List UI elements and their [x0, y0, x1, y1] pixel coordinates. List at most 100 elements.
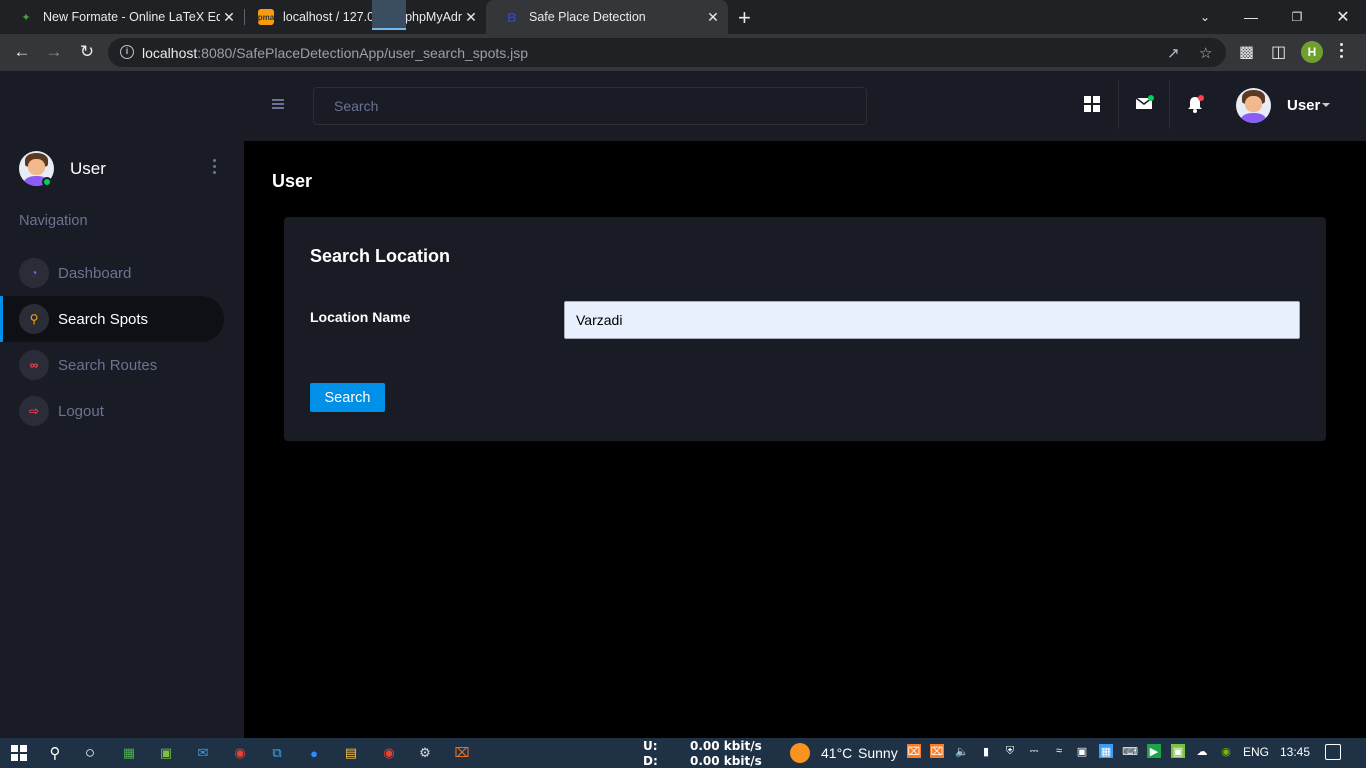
search-spots-icon: ⚲ — [19, 304, 49, 334]
wifi-icon[interactable]: ≈ — [1052, 744, 1066, 758]
settings-gear-icon[interactable]: ⚙ — [415, 743, 435, 763]
search-input[interactable] — [314, 88, 866, 124]
location-name-field — [564, 301, 1300, 339]
excel-icon[interactable]: ▦ — [119, 743, 139, 763]
browser-toolbar: ← → ↻ i localhost:8080/SafePlaceDetectio… — [0, 34, 1366, 71]
search-location-card: Search Location Location Name Search — [284, 217, 1326, 441]
tab-phpmyadmin[interactable]: pma localhost / 127.0.0.1 | phpMyAdm ✕ — [240, 0, 486, 34]
cloud-icon[interactable]: ☁ — [1195, 744, 1209, 758]
net-up-label: U: — [643, 739, 658, 753]
sidebar-item-label: Search Spots — [58, 310, 149, 328]
bootstrap-icon: B — [507, 9, 517, 25]
extensions-puzzle-icon[interactable]: ▩ — [1239, 42, 1254, 62]
bell-icon[interactable] — [1186, 94, 1206, 114]
tab-close-icon[interactable]: ✕ — [704, 9, 722, 26]
location-name-input[interactable] — [565, 302, 1299, 338]
profile-avatar[interactable]: H — [1301, 41, 1323, 63]
chevron-down-icon[interactable] — [1322, 103, 1330, 107]
menu-toggle-icon[interactable] — [272, 99, 284, 111]
app-tray-icon[interactable]: ▶ — [1147, 744, 1161, 758]
sidebar-item-label: Search Routes — [58, 356, 158, 374]
network-tray-icon[interactable]: ▦ — [1099, 744, 1113, 758]
chrome-active-icon[interactable]: ◉ — [379, 743, 399, 763]
share-icon[interactable]: ↗ — [1167, 44, 1180, 62]
forward-arrow-icon[interactable]: → — [42, 40, 66, 64]
power-plug-icon[interactable]: ⎓ — [1027, 744, 1041, 758]
location-name-label: Location Name — [310, 309, 411, 325]
card-title: Search Location — [310, 246, 451, 266]
top-search — [313, 87, 867, 125]
overleaf-leaf-icon: ✦ — [21, 11, 31, 24]
photos-icon[interactable]: ▣ — [156, 743, 176, 763]
top-user-avatar[interactable] — [1236, 88, 1271, 123]
net-up-speed: 0.00 kbit/s — [690, 739, 762, 753]
weather-text[interactable]: Sunny — [858, 745, 898, 761]
task-view-icon[interactable]: ○ — [80, 743, 100, 763]
tab-close-icon[interactable]: ✕ — [462, 9, 480, 26]
address-bar[interactable]: i localhost:8080/SafePlaceDetectionApp/u… — [108, 38, 1226, 67]
temperature[interactable]: 41°C — [821, 745, 852, 761]
active-app-highlight — [372, 0, 406, 30]
browser-menu-icon[interactable] — [1340, 43, 1344, 61]
xampp-tray-icon-2[interactable]: ⌧ — [930, 744, 944, 758]
speedometer-icon: ◔ — [19, 258, 49, 288]
security-icon[interactable]: ⛨ — [1003, 744, 1017, 758]
xampp-tray-icon[interactable]: ⌧ — [907, 744, 921, 758]
windows-start-icon[interactable] — [11, 745, 27, 761]
tab-close-icon[interactable]: ✕ — [220, 9, 238, 26]
sun-weather-icon[interactable] — [790, 743, 810, 763]
sidebar-item-label: Dashboard — [58, 264, 132, 282]
nav-heading: Navigation — [19, 213, 88, 229]
logout-icon: ⇨ — [19, 396, 49, 426]
new-tab-icon[interactable]: + — [738, 5, 751, 31]
routes-icon: ∞ — [19, 350, 49, 380]
mail-icon[interactable] — [1135, 95, 1155, 111]
file-explorer-icon[interactable]: ▤ — [341, 743, 361, 763]
camera-icon[interactable]: ▣ — [1075, 744, 1089, 758]
back-arrow-icon[interactable]: ← — [10, 40, 34, 64]
mail-app-icon[interactable]: ✉ — [193, 743, 213, 763]
sidebar-item-search-spots[interactable]: ⚲ Search Spots — [0, 296, 224, 342]
tab-safe-place-detection[interactable]: B Safe Place Detection ✕ — [486, 0, 728, 34]
tab-title: Safe Place Detection — [529, 10, 646, 24]
battery-icon[interactable]: ▮ — [979, 744, 993, 758]
navbar-divider — [1118, 81, 1119, 129]
net-down-speed: 0.00 kbit/s — [690, 754, 762, 768]
photos-tray-icon[interactable]: ▣ — [1171, 744, 1185, 758]
sidebar-item-logout[interactable]: ⇨ Logout — [0, 388, 224, 434]
chrome-icon[interactable]: ◉ — [230, 743, 250, 763]
window-close-icon[interactable]: ✕ — [1320, 0, 1366, 34]
reload-icon[interactable]: ↻ — [75, 40, 99, 64]
sidebar-item-label: Logout — [58, 402, 104, 420]
top-user-name[interactable]: User — [1287, 97, 1320, 114]
keyboard-icon[interactable]: ⌨ — [1122, 744, 1138, 758]
net-down-label: D: — [643, 754, 658, 768]
vscode-icon[interactable]: ⧉ — [267, 743, 287, 763]
sidebar-user-name: User — [70, 159, 106, 178]
side-panel-icon[interactable]: ◫ — [1271, 42, 1286, 62]
sidebar-user-menu-icon[interactable] — [213, 159, 217, 177]
language-indicator[interactable]: ENG — [1243, 745, 1269, 759]
sidebar-item-search-routes[interactable]: ∞ Search Routes — [0, 342, 224, 388]
tab-overleaf[interactable]: ✦ New Formate - Online LaTeX Edit ✕ — [0, 0, 244, 34]
site-info-icon[interactable]: i — [120, 45, 134, 59]
apps-grid-icon[interactable] — [1084, 96, 1100, 112]
bookmark-star-icon[interactable]: ☆ — [1199, 44, 1212, 62]
xampp-icon[interactable]: ⌧ — [452, 743, 472, 763]
search-icon[interactable]: ⚲ — [45, 743, 65, 763]
restore-icon[interactable]: ❐ — [1274, 0, 1320, 34]
search-button[interactable]: Search — [310, 383, 385, 412]
tab-search-chevron-icon[interactable]: ⌄ — [1182, 0, 1228, 34]
clock[interactable]: 13:45 — [1280, 745, 1310, 759]
navbar-divider — [1169, 81, 1170, 129]
page-title: User — [272, 171, 313, 191]
nvidia-icon[interactable]: ◉ — [1219, 744, 1233, 758]
phpmyadmin-icon: pma — [258, 9, 274, 25]
minimize-icon[interactable]: — — [1228, 0, 1274, 34]
zoom-icon[interactable]: ● — [304, 743, 324, 763]
browser-tab-bar: ✦ New Formate - Online LaTeX Edit ✕ pma … — [0, 0, 1366, 34]
volume-icon[interactable]: 🔈 — [955, 744, 969, 758]
online-status-dot — [42, 177, 52, 187]
sidebar-item-dashboard[interactable]: ◔ Dashboard — [0, 250, 224, 296]
notification-center-icon[interactable] — [1325, 744, 1341, 760]
